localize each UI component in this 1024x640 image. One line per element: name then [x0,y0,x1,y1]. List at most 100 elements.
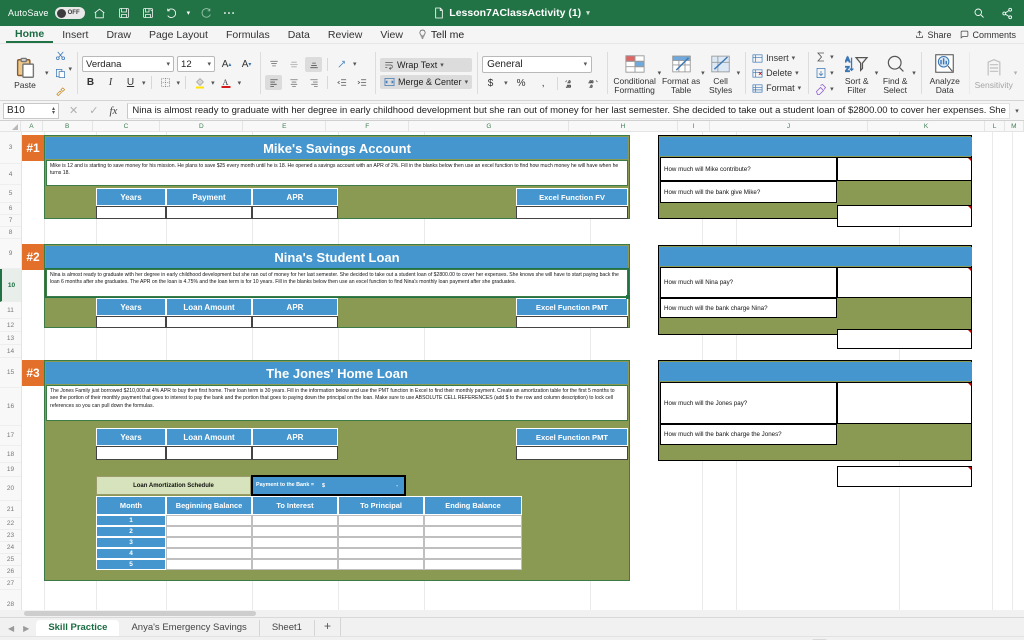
orientation-icon[interactable] [333,57,350,72]
more-icon[interactable] [220,4,238,22]
column-header-M[interactable]: M [1005,121,1024,131]
tab-insert[interactable]: Insert [53,28,97,42]
font-color-dropdown-caret[interactable]: ▾ [238,79,242,87]
align-top-icon[interactable] [265,57,282,72]
autosave-toggle[interactable]: OFF [54,7,85,19]
undo-icon[interactable] [163,4,181,22]
row-header-27[interactable]: 27 [0,578,21,590]
fill-button[interactable]: ▾ [813,66,836,80]
currency-dropdown-caret[interactable]: ▾ [504,79,508,87]
insert-function-icon[interactable]: fx [109,105,117,117]
cell-styles-button[interactable]: Cell Styles [705,52,737,95]
find-select-button[interactable]: Find & Select [878,52,912,95]
orientation-dropdown-caret[interactable]: ▾ [353,60,357,68]
document-title-caret[interactable]: ▾ [586,9,590,17]
font-family-select[interactable]: Verdana ▾ [82,56,175,72]
column-header-A[interactable]: A [21,121,43,131]
row-header-5[interactable]: 5 [0,185,21,203]
sort-filter-button[interactable]: A Z Sort & Filter [839,52,875,95]
name-box-spinner[interactable]: ▴ ▾ [52,106,55,116]
merge-center-button[interactable]: Merge & Center ▾ [380,74,473,89]
enter-formula-icon[interactable]: ✓ [89,104,98,117]
column-header-J[interactable]: J [710,121,868,131]
format-cells-button[interactable]: Format ▾ [750,82,803,95]
comments-button[interactable]: Comments [958,29,1018,41]
column-header-E[interactable]: E [243,121,327,131]
column-header-C[interactable]: C [93,121,161,131]
column-header-F[interactable]: F [326,121,410,131]
column-header-K[interactable]: K [868,121,986,131]
column-header-B[interactable]: B [43,121,93,131]
autosum-dropdown-caret[interactable]: ▾ [830,53,834,61]
tab-review[interactable]: Review [319,28,371,42]
insert-dropdown-caret[interactable]: ▾ [792,54,796,62]
share-button[interactable]: Share [913,29,953,41]
format-dropdown-caret[interactable]: ▾ [798,84,802,92]
align-right-icon[interactable] [305,75,322,90]
copy-dropdown-caret[interactable]: ▾ [69,65,73,73]
clear-dropdown-caret[interactable]: ▾ [830,85,834,93]
row-header-13[interactable]: 13 [0,332,21,345]
autosum-button[interactable]: ▾ [813,50,836,64]
font-size-select[interactable]: 12 ▾ [177,56,216,72]
decrease-decimal-icon[interactable]: .00.0 [585,76,602,91]
horizontal-scrollbar-thumb[interactable] [24,611,256,616]
increase-font-size-icon[interactable]: A ▴ [218,57,235,72]
format-painter-icon[interactable] [52,84,69,99]
tab-home[interactable]: Home [6,27,54,43]
sheet-tab-sheet1[interactable]: Sheet1 [260,620,315,636]
row-header-15[interactable]: 15 [0,358,21,388]
tell-me-button[interactable]: Tell me [412,29,464,41]
sensitivity-button[interactable]: Sensitivity [974,56,1014,90]
decrease-font-size-icon[interactable]: A ▾ [238,57,255,72]
tab-draw[interactable]: Draw [97,28,140,42]
font-color-icon[interactable]: A [218,75,235,90]
tab-view[interactable]: View [371,28,412,42]
select-all-corner[interactable] [0,121,22,131]
row-header-23[interactable]: 23 [0,530,21,542]
row-header-24[interactable]: 24 [0,542,21,554]
row-header-26[interactable]: 26 [0,566,21,578]
column-header-I[interactable]: I [678,121,711,131]
expand-formula-bar-icon[interactable]: ▾ [1010,107,1024,115]
undo-dropdown-caret[interactable]: ▾ [187,9,191,17]
row-header-4[interactable]: 4 [0,164,21,185]
increase-decimal-icon[interactable]: .0.00 [563,76,580,91]
comma-format-icon[interactable]: , [535,76,552,91]
decrease-indent-icon[interactable] [333,75,350,90]
horizontal-scrollbar[interactable] [0,610,1024,617]
sensitivity-dropdown-caret[interactable]: ▾ [1014,69,1018,77]
column-header-G[interactable]: G [409,121,570,131]
row-header-8[interactable]: 8 [0,227,21,239]
percent-format-icon[interactable]: % [513,76,530,91]
align-bottom-icon[interactable] [305,56,323,72]
align-middle-icon[interactable] [285,57,302,72]
row-header-12[interactable]: 12 [0,319,21,332]
align-left-icon[interactable] [265,74,283,90]
add-sheet-button[interactable]: + [315,618,341,636]
redo-icon[interactable] [196,4,214,22]
paste-button[interactable]: Paste [5,56,45,90]
delete-dropdown-caret[interactable]: ▾ [795,69,799,77]
conditional-formatting-button[interactable]: Conditional Formatting [612,52,658,95]
copy-icon[interactable] [52,66,69,81]
currency-format-icon[interactable]: $ [482,76,499,91]
search-icon[interactable] [970,4,988,22]
borders-dropdown-caret[interactable]: ▾ [177,79,181,87]
sheet-tab-anyas-emergency-savings[interactable]: Anya's Emergency Savings [119,620,260,636]
row-header-28[interactable]: 28 [0,590,21,610]
row-header-25[interactable]: 25 [0,554,21,566]
tab-formulas[interactable]: Formulas [217,28,279,42]
previous-sheet-icon[interactable]: ◀ [8,624,14,633]
row-header-21[interactable]: 21 [0,501,21,518]
fill-dropdown-caret[interactable]: ▾ [830,69,834,77]
fill-color-dropdown-caret[interactable]: ▾ [211,79,215,87]
find-select-dropdown-caret[interactable]: ▾ [912,69,916,77]
cut-icon[interactable] [52,48,69,63]
column-header-L[interactable]: L [985,121,1005,131]
row-header-10[interactable]: 10 [0,269,21,302]
fill-color-icon[interactable] [191,75,208,90]
analyze-data-button[interactable]: Analyze Data [926,52,964,95]
cancel-formula-icon[interactable]: ✕ [69,104,78,117]
row-header-11[interactable]: 11 [0,302,21,319]
